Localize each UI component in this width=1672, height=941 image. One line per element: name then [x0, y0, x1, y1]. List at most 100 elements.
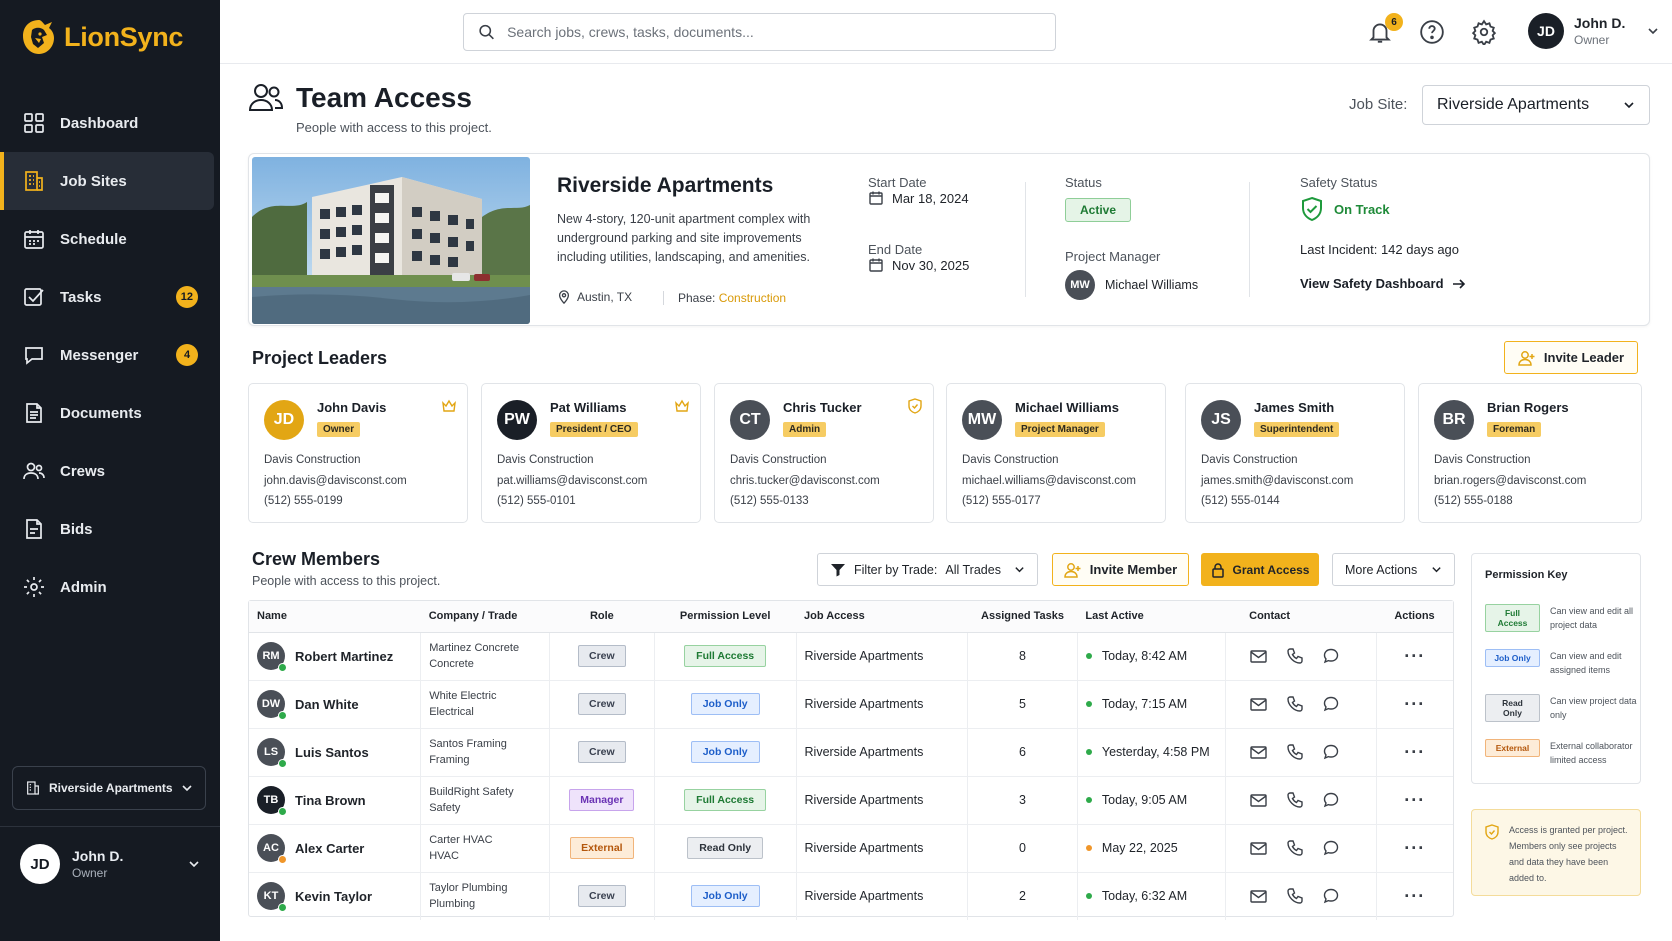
- member-name: Robert Martinez: [295, 648, 394, 664]
- crew-members-subtitle: People with access to this project.: [252, 574, 441, 588]
- leader-card[interactable]: BR Brian Rogers Foreman Davis Constructi…: [1418, 383, 1642, 523]
- role-badge: Superintendent: [1254, 422, 1340, 437]
- view-safety-dashboard-link[interactable]: View Safety Dashboard: [1300, 276, 1466, 291]
- table-row[interactable]: DW Dan White White Electric Electrical Cre…: [249, 680, 1453, 729]
- leader-card[interactable]: CT Chris Tucker Admin Davis Construction…: [714, 383, 934, 523]
- leader-card[interactable]: JS James Smith Superintendent Davis Cons…: [1185, 383, 1405, 523]
- column-header[interactable]: Role: [549, 601, 655, 633]
- mail-icon[interactable]: [1249, 697, 1267, 711]
- mail-icon[interactable]: [1249, 841, 1267, 855]
- permission-badge: Full Access: [1485, 604, 1540, 632]
- user-role: Owner: [1574, 33, 1610, 47]
- last-active: Today, 6:32 AM: [1101, 889, 1188, 904]
- leader-phone: (512) 555-0199: [264, 495, 343, 507]
- permission-badge[interactable]: Full Access: [684, 789, 767, 811]
- table-row[interactable]: AC Alex Carter Carter HVAC HVAC External R…: [249, 824, 1453, 873]
- mail-icon[interactable]: [1249, 649, 1267, 663]
- column-header[interactable]: Permission Level: [654, 601, 797, 633]
- permission-badge[interactable]: Job Only: [690, 741, 760, 763]
- row-actions-button[interactable]: ···: [1375, 872, 1453, 920]
- calendar-icon: [869, 191, 883, 205]
- sidebar-user-menu[interactable]: JD John D. Owner: [20, 844, 200, 884]
- permission-badge[interactable]: Full Access: [684, 645, 767, 667]
- table-row[interactable]: LS Luis Santos Santos Framing Framing Crew…: [249, 728, 1453, 777]
- table-row[interactable]: RM Robert Martinez Martinez Concrete Concr…: [249, 632, 1453, 681]
- chat-icon[interactable]: [1323, 792, 1339, 808]
- column-header[interactable]: Last Active: [1077, 601, 1226, 633]
- mail-icon[interactable]: [1249, 890, 1267, 903]
- leader-phone: (512) 555-0144: [1201, 495, 1280, 507]
- member-name: Kevin Taylor: [295, 888, 373, 904]
- leader-card[interactable]: MW Michael Williams Project Manager Davi…: [946, 383, 1166, 523]
- sidebar-item-job-sites[interactable]: Job Sites: [0, 152, 214, 210]
- invite-leader-button[interactable]: Invite Leader: [1504, 341, 1638, 374]
- column-header[interactable]: Contact: [1225, 601, 1376, 633]
- sidebar-item-dashboard[interactable]: Dashboard: [0, 94, 220, 152]
- avatar-initials: TB: [263, 794, 279, 806]
- search-box[interactable]: [463, 13, 1056, 51]
- row-actions-button[interactable]: ···: [1375, 728, 1453, 777]
- leader-name: John Davis: [317, 400, 387, 415]
- settings-gear-icon[interactable]: [1471, 19, 1497, 45]
- table-row[interactable]: KT Kevin Taylor Taylor Plumbing Plumbing C…: [249, 872, 1453, 920]
- site-switcher[interactable]: Riverside Apartments: [12, 766, 206, 810]
- sidebar-item-tasks[interactable]: Tasks 12: [0, 268, 220, 326]
- row-actions-button[interactable]: ···: [1375, 680, 1453, 729]
- divider: [1249, 182, 1250, 297]
- app-logo[interactable]: LionSync: [20, 18, 183, 56]
- leader-card[interactable]: PW Pat Williams President / CEO Davis Co…: [481, 383, 701, 523]
- project-manager[interactable]: MW Michael Williams: [1065, 270, 1198, 300]
- chat-icon[interactable]: [1323, 696, 1339, 712]
- leader-card[interactable]: JD John Davis Owner Davis Construction j…: [248, 383, 468, 523]
- phone-icon[interactable]: [1286, 840, 1303, 856]
- sidebar-item-admin[interactable]: Admin: [0, 558, 220, 616]
- phone-icon[interactable]: [1286, 648, 1303, 664]
- permission-badge[interactable]: Job Only: [690, 693, 760, 715]
- chat-icon[interactable]: [1323, 648, 1339, 664]
- permission-badge[interactable]: Read Only: [687, 837, 764, 859]
- permission-key-item: Job Only Can view and edit assigned item…: [1485, 649, 1640, 677]
- chat-icon[interactable]: [1323, 744, 1339, 760]
- user-role: Owner: [72, 866, 108, 880]
- job-access: Riverside Apartments: [795, 776, 968, 825]
- more-actions-button[interactable]: More Actions: [1332, 553, 1455, 586]
- phone-icon[interactable]: [1286, 888, 1303, 904]
- chat-icon[interactable]: [1323, 888, 1339, 904]
- chevron-down-icon: [182, 785, 192, 792]
- column-header[interactable]: Job Access: [796, 601, 968, 633]
- grant-access-button[interactable]: Grant Access: [1201, 553, 1319, 586]
- project-photo: [252, 157, 530, 324]
- column-header[interactable]: Name: [249, 601, 421, 633]
- phone-icon[interactable]: [1286, 744, 1303, 760]
- column-header[interactable]: Assigned Tasks: [967, 601, 1078, 633]
- trade-filter-select[interactable]: Filter by Trade: All Trades: [817, 553, 1038, 586]
- permission-description: Can view and edit assigned items: [1550, 651, 1622, 675]
- sidebar-item-schedule[interactable]: Schedule: [0, 210, 220, 268]
- column-header[interactable]: Company / Trade: [420, 601, 550, 633]
- sidebar-item-crews[interactable]: Crews: [0, 442, 220, 500]
- sidebar-item-label: Messenger: [60, 346, 139, 364]
- search-icon: [479, 24, 494, 40]
- help-icon[interactable]: [1419, 19, 1445, 45]
- sidebar-item-documents[interactable]: Documents: [0, 384, 220, 442]
- phone-icon[interactable]: [1286, 792, 1303, 808]
- phone-icon[interactable]: [1286, 696, 1303, 712]
- sidebar-item-messenger[interactable]: Messenger 4: [0, 326, 220, 384]
- chat-icon[interactable]: [1323, 840, 1339, 856]
- topbar-user-menu[interactable]: JD John D. Owner: [1528, 13, 1659, 49]
- search-input[interactable]: [507, 24, 1041, 40]
- sidebar-item-bids[interactable]: Bids: [0, 500, 220, 558]
- row-actions-button[interactable]: ···: [1375, 776, 1453, 825]
- incident-value: 142 days ago: [1380, 242, 1460, 257]
- mail-icon[interactable]: [1249, 745, 1267, 759]
- row-actions-button[interactable]: ···: [1375, 824, 1453, 873]
- table-row[interactable]: TB Tina Brown BuildRight Safety Safety Man…: [249, 776, 1453, 825]
- column-header[interactable]: Actions: [1376, 601, 1453, 633]
- permission-badge[interactable]: Job Only: [690, 885, 760, 908]
- assigned-tasks: 8: [967, 632, 1078, 681]
- job-site-select[interactable]: Riverside Apartments: [1422, 85, 1650, 125]
- invite-member-button[interactable]: Invite Member: [1052, 553, 1189, 586]
- row-actions-button[interactable]: ···: [1375, 632, 1453, 681]
- mail-icon[interactable]: [1249, 793, 1267, 807]
- avatar: MW: [1065, 270, 1095, 300]
